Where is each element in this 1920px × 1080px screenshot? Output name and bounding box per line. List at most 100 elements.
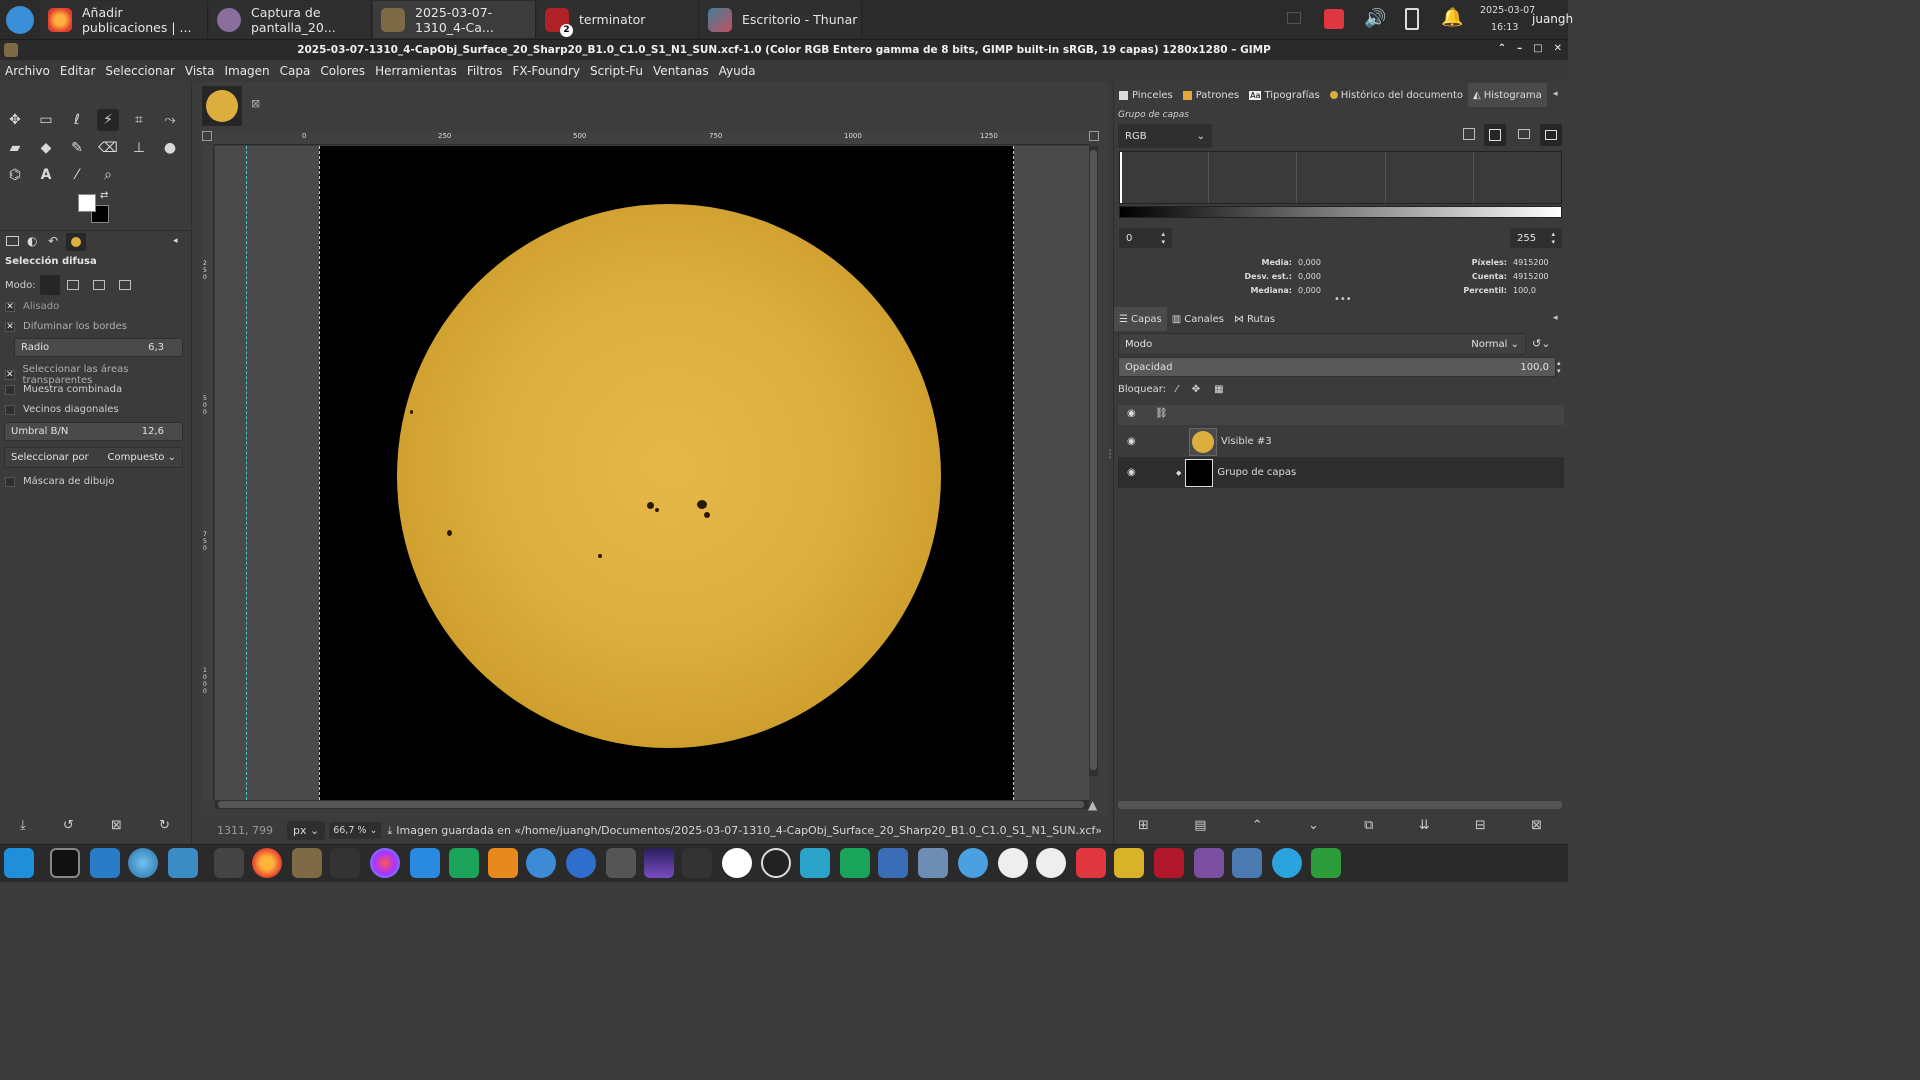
undo-history-tab-icon[interactable]: ↶	[48, 234, 58, 248]
tab-patrones[interactable]: Patrones	[1178, 83, 1244, 107]
display-icon[interactable]	[1287, 12, 1301, 24]
stellarium-icon[interactable]	[644, 848, 674, 878]
mode-replace-icon[interactable]	[39, 275, 60, 295]
mode-intersect-icon[interactable]	[118, 280, 131, 290]
opacity-spin-icon[interactable]: ▴ ▾	[1557, 359, 1561, 375]
volume-icon[interactable]: 🔊	[1364, 8, 1386, 29]
antialias-row[interactable]: ✕ Alisado	[5, 301, 59, 312]
zoom-dropdown[interactable]: 66,7 % ⌄	[329, 822, 382, 839]
tab-canales[interactable]: ▥ Canales	[1167, 307, 1229, 331]
threshold-spinner[interactable]: Umbral B/N 12,6	[4, 422, 183, 441]
paths-tool-icon[interactable]: ⌬	[4, 164, 26, 186]
checkbox-unchecked-icon[interactable]	[5, 476, 15, 487]
new-group-icon[interactable]: ▤	[1194, 818, 1206, 833]
menu-ayuda[interactable]: Ayuda	[719, 64, 756, 78]
range-max-spinner[interactable]: 255 ▴ ▾	[1510, 228, 1562, 248]
layers-scrollbar[interactable]	[1118, 801, 1562, 809]
dock-menu-icon[interactable]: ◂	[1553, 313, 1558, 323]
user-name[interactable]: juangh	[1532, 12, 1573, 26]
dodge-tool-icon[interactable]: ●	[159, 137, 181, 159]
script-icon[interactable]	[606, 848, 636, 878]
telescope-icon[interactable]	[682, 848, 712, 878]
vertical-scrollbar[interactable]	[1089, 146, 1098, 776]
reset-options-icon[interactable]: ↻	[159, 818, 170, 833]
draw-mask-row[interactable]: Máscara de dibujo	[5, 476, 114, 487]
search-icon[interactable]	[168, 848, 198, 878]
task-firefox[interactable]: Añadir publicaciones | ...	[40, 1, 208, 38]
tab-histograma[interactable]: ◭ Histograma	[1467, 83, 1547, 107]
move-tool-icon[interactable]: ✥	[4, 109, 26, 131]
linear-histogram-icon[interactable]	[1463, 128, 1475, 140]
writer-icon[interactable]	[410, 848, 440, 878]
menu-imagen[interactable]: Imagen	[224, 64, 269, 78]
remote-desktop-icon[interactable]	[800, 848, 830, 878]
anydesk-tray-icon[interactable]	[1324, 9, 1344, 29]
histogram-gradient-bar[interactable]	[1119, 206, 1562, 218]
mode-reset-icon[interactable]: ↺⌄	[1532, 337, 1550, 350]
anydesk-icon[interactable]	[1076, 848, 1106, 878]
dock-split-handle[interactable]: •••	[1334, 294, 1352, 305]
menu-archivo[interactable]: Archivo	[5, 64, 50, 78]
feather-row[interactable]: ✕ Difuminar los bordes	[5, 321, 127, 332]
rect-select-tool-icon[interactable]: ▭	[35, 109, 57, 131]
paintbrush-tool-icon[interactable]: ✎	[66, 137, 88, 159]
maximize-icon[interactable]: □	[1533, 43, 1542, 54]
headphones-icon[interactable]	[840, 848, 870, 878]
blocked-app-icon[interactable]	[998, 848, 1028, 878]
calc-icon[interactable]	[449, 848, 479, 878]
range-min-spinner[interactable]: 0 ▴ ▾	[1119, 228, 1172, 248]
warp-tool-icon[interactable]: ⤳	[159, 109, 181, 131]
web-browser-icon[interactable]	[128, 848, 158, 878]
file-manager-icon[interactable]	[90, 848, 120, 878]
image-viewer-icon[interactable]	[918, 848, 948, 878]
obs-icon[interactable]	[761, 848, 791, 878]
close-tab-icon[interactable]: ⊠	[251, 97, 260, 110]
clock-time[interactable]: 16:13	[1491, 22, 1518, 33]
unit-dropdown[interactable]: px ⌄	[287, 821, 326, 840]
video-editor-icon[interactable]	[878, 848, 908, 878]
telegram-icon[interactable]	[1272, 848, 1302, 878]
smudge-tool-icon[interactable]: ▰	[4, 137, 26, 159]
window-titlebar[interactable]: 2025-03-07-1310_4-CapObj_Surface_20_Shar…	[0, 40, 1568, 60]
checkbox-checked-icon[interactable]: ✕	[5, 370, 15, 380]
map-icon[interactable]	[1311, 848, 1341, 878]
menu-vista[interactable]: Vista	[185, 64, 215, 78]
log-histogram-icon[interactable]	[1484, 124, 1506, 146]
impress-icon[interactable]	[488, 848, 518, 878]
thunderbird-icon[interactable]	[566, 848, 596, 878]
histogram-view-alt-icon[interactable]	[1540, 124, 1562, 146]
weather-icon[interactable]	[958, 848, 988, 878]
collapse-icon[interactable]: ⌃	[1498, 43, 1506, 54]
crop-tool-icon[interactable]: ⌗	[128, 109, 150, 131]
tab-capas[interactable]: ☰ Capas	[1114, 307, 1167, 331]
tab-rutas[interactable]: ⋈ Rutas	[1229, 307, 1280, 331]
menu-editar[interactable]: Editar	[60, 64, 96, 78]
checkbox-checked-icon[interactable]: ✕	[5, 301, 15, 312]
select-transparent-row[interactable]: ✕ Seleccionar las áreas transparentes	[5, 364, 191, 386]
fuzzy-select-tool-icon[interactable]: ⚡	[97, 109, 119, 131]
horizontal-scrollbar[interactable]	[215, 800, 1089, 809]
menu-fx-foundry[interactable]: FX-Foundry	[512, 64, 580, 78]
show-desktop-icon[interactable]	[4, 848, 34, 878]
task-terminator[interactable]: 2 terminator	[537, 1, 699, 38]
new-layer-icon[interactable]: ⊞	[1138, 818, 1149, 833]
clone-tool-icon[interactable]: ⊥	[128, 137, 150, 159]
layer-row[interactable]: ◉ Visible #3	[1118, 426, 1564, 457]
checkbox-checked-icon[interactable]: ✕	[5, 321, 15, 332]
opacity-slider[interactable]: Opacidad 100,0	[1118, 357, 1556, 377]
images-tab-icon[interactable]	[66, 233, 86, 251]
clock-date[interactable]: 2025-03-07	[1480, 5, 1535, 16]
delete-layer-icon[interactable]: ⊠	[1531, 818, 1542, 833]
filezilla-icon[interactable]	[1154, 848, 1184, 878]
lower-layer-icon[interactable]: ⌄	[1308, 818, 1319, 833]
terminal-icon[interactable]	[50, 848, 80, 878]
color-picker-tool-icon[interactable]: ⁄	[66, 164, 88, 186]
menu-ventanas[interactable]: Ventanas	[653, 64, 709, 78]
menu-script-fu[interactable]: Script-Fu	[590, 64, 643, 78]
lock-alpha-icon[interactable]: ▦	[1214, 384, 1223, 395]
raise-layer-icon[interactable]: ⌃	[1252, 818, 1263, 833]
dock-menu-icon[interactable]: ◂	[1553, 89, 1558, 99]
gimp-icon[interactable]	[292, 848, 322, 878]
panel-menu-icon[interactable]: ◂	[173, 236, 178, 246]
restore-options-icon[interactable]: ↺	[63, 818, 74, 833]
